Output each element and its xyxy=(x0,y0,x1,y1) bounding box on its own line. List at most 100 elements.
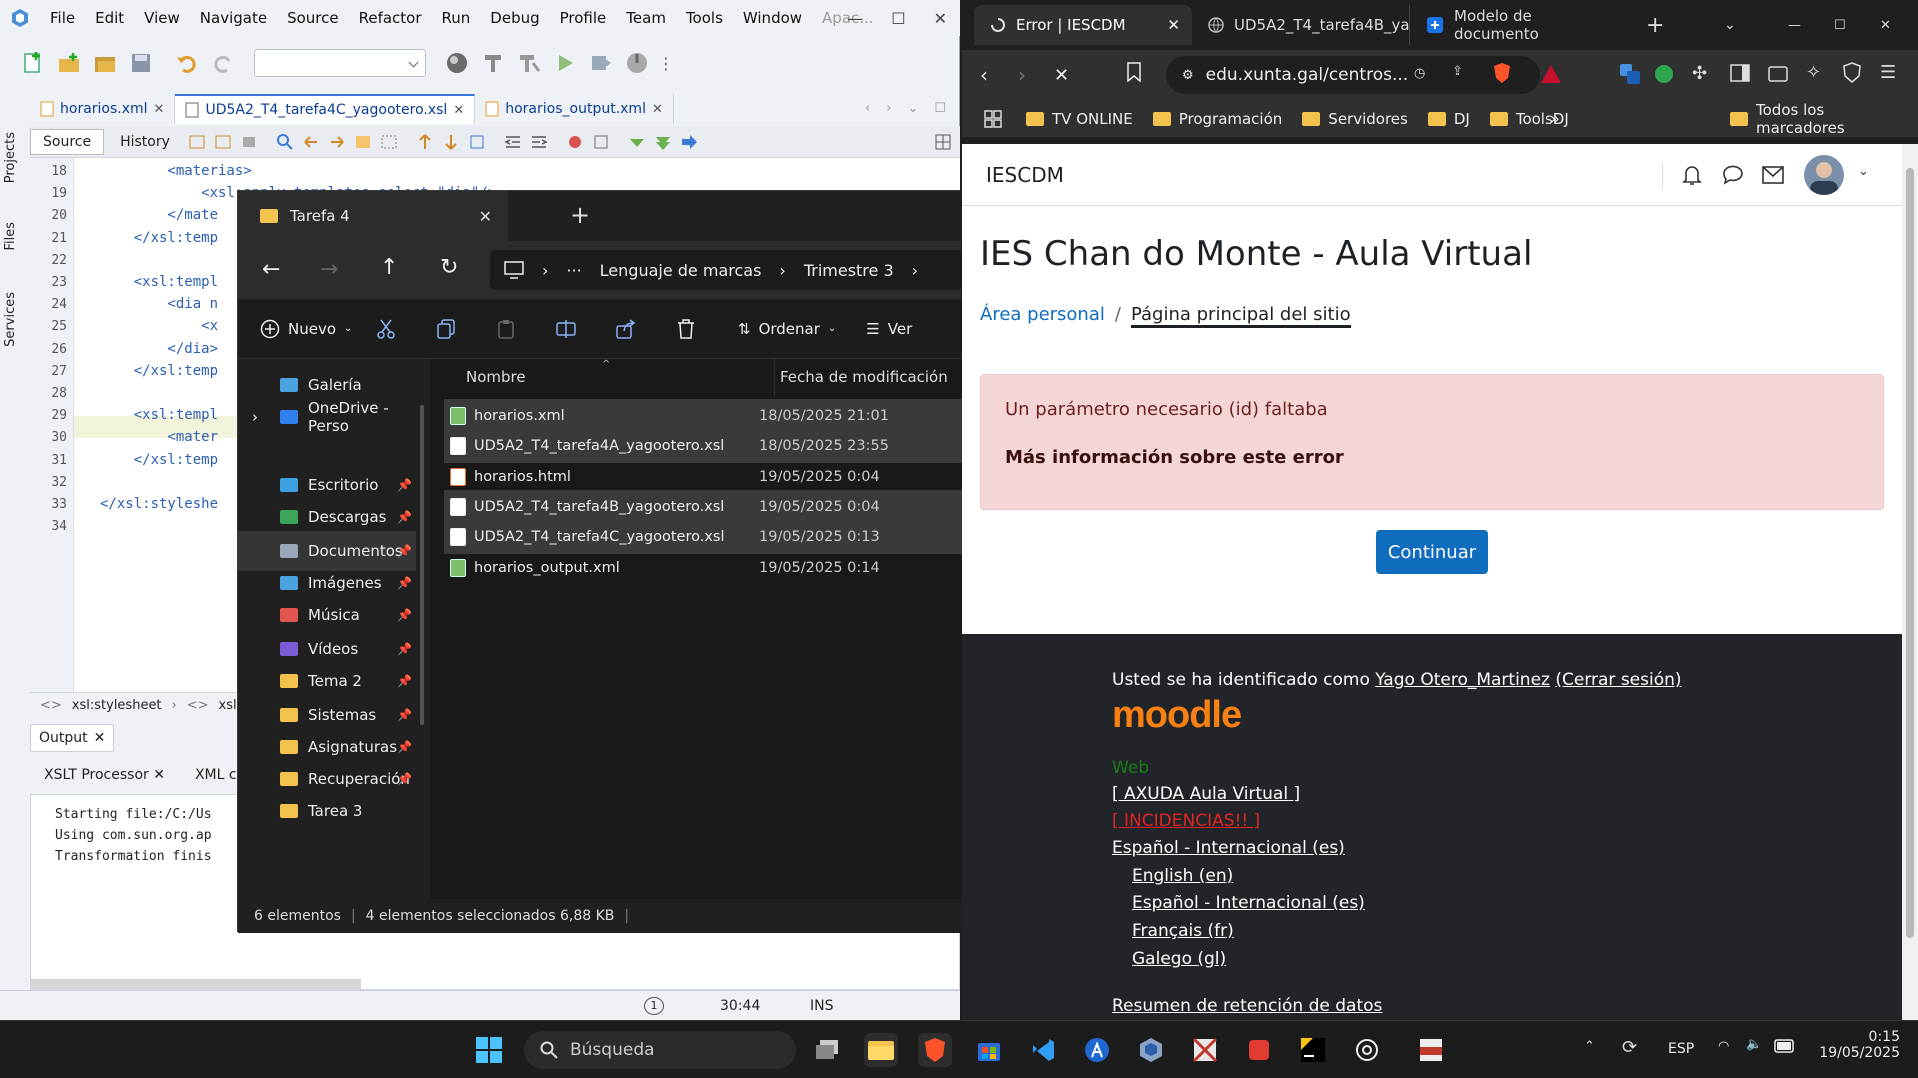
chevron-down-icon[interactable]: ⌄ xyxy=(907,101,918,116)
all-bookmarks[interactable]: Todos los marcadores xyxy=(1720,101,1918,137)
sidebar-scrollbar[interactable] xyxy=(420,405,424,725)
menu-view[interactable]: View xyxy=(134,9,190,27)
file-row[interactable]: horarios.html 19/05/2025 0:04 xyxy=(444,460,964,494)
chevron-right-icon[interactable]: › xyxy=(252,408,258,426)
language-option-gl[interactable]: Galego (gl) xyxy=(1132,949,1226,969)
address-bar[interactable]: › ··· Lenguaje de marcas › Trimestre 3 › xyxy=(490,250,970,290)
new-tab-icon[interactable]: + xyxy=(570,201,590,229)
validate-xml-icon[interactable] xyxy=(626,131,648,153)
next-bookmark-icon[interactable] xyxy=(440,131,462,153)
web-link[interactable]: Web xyxy=(1112,758,1149,778)
find-next-icon[interactable] xyxy=(326,131,348,153)
split-view-icon[interactable] xyxy=(932,131,954,153)
xslt-processor-tab[interactable]: XSLT Processor ✕ xyxy=(44,767,165,783)
share-icon[interactable]: ⇪ xyxy=(1452,64,1463,79)
page-scrollbar[interactable] xyxy=(1902,144,1918,1020)
shift-left-icon[interactable] xyxy=(502,131,524,153)
menu-tools[interactable]: Tools xyxy=(676,9,733,27)
app-a-icon[interactable] xyxy=(1080,1033,1114,1067)
chevron-left-icon[interactable]: ‹ xyxy=(865,101,870,116)
file-row[interactable]: UD5A2_T4_tarefa4B_yagootero.xsl 19/05/202… xyxy=(444,489,964,524)
new-project-icon[interactable] xyxy=(54,48,84,78)
close-icon[interactable]: ✕ xyxy=(934,9,947,28)
pin-icon[interactable]: 📌 xyxy=(397,608,412,622)
extensions-puzzle-icon[interactable]: ✣ xyxy=(1692,63,1707,84)
extension-icon[interactable] xyxy=(1618,62,1642,86)
configuration-combo[interactable] xyxy=(254,49,426,77)
maximize-icon[interactable]: ☐ xyxy=(1834,18,1846,33)
sidebar-item[interactable]: › OneDrive - Perso xyxy=(238,397,416,437)
forward-history-icon[interactable] xyxy=(212,131,234,153)
task-view-icon[interactable] xyxy=(810,1033,844,1067)
apps-grid-icon[interactable] xyxy=(962,109,1016,128)
record-macro-icon[interactable] xyxy=(564,131,586,153)
app-map-icon[interactable] xyxy=(1188,1033,1222,1067)
menu-window[interactable]: Window xyxy=(733,9,812,27)
close-icon[interactable]: ✕ xyxy=(94,730,106,746)
last-edit-icon[interactable] xyxy=(238,131,260,153)
sidebar-icon[interactable] xyxy=(1730,64,1750,82)
brave-shields-icon[interactable] xyxy=(1492,62,1512,84)
bookmark-folder[interactable]: DJ xyxy=(1418,110,1480,128)
wallet-icon[interactable] xyxy=(1768,64,1788,82)
virtualbox-icon[interactable] xyxy=(1134,1033,1168,1067)
app-red-icon[interactable] xyxy=(1242,1033,1276,1067)
menu-debug[interactable]: Debug xyxy=(480,9,549,27)
xsl-transform-icon[interactable] xyxy=(678,131,700,153)
bookmark-folder[interactable]: TV ONLINE xyxy=(1016,110,1143,128)
toggle-highlight-icon[interactable] xyxy=(352,131,374,153)
logout-link[interactable]: (Cerrar sesión) xyxy=(1555,670,1681,690)
find-icon[interactable] xyxy=(274,131,296,153)
battery-icon[interactable] xyxy=(1774,1039,1796,1053)
undo-icon[interactable] xyxy=(172,48,202,78)
scrollbar-thumb[interactable] xyxy=(1906,168,1914,938)
source-view-tab[interactable]: Source xyxy=(30,128,105,155)
tab-search-icon[interactable]: ⌄ xyxy=(1724,17,1736,33)
taskbar-search[interactable]: Búsqueda xyxy=(524,1031,796,1069)
explorer-tab[interactable]: Tarefa 4 ✕ xyxy=(238,191,508,241)
stop-macro-icon[interactable] xyxy=(590,131,612,153)
incidencias-link[interactable]: [ INCIDENCIAS!! ] xyxy=(1112,811,1260,831)
pin-icon[interactable]: 📌 xyxy=(397,510,412,524)
save-all-icon[interactable] xyxy=(126,48,156,78)
run-icon[interactable] xyxy=(550,48,580,78)
share-icon[interactable] xyxy=(611,314,641,344)
help-link[interactable]: [ AXUDA Aula Virtual ] xyxy=(1112,784,1300,804)
close-tab-icon[interactable]: ✕ xyxy=(1167,16,1180,34)
tab-tarefa4c-xsl[interactable]: UD5A2_T4_tarefa4C_yagootero.xsl ✕ xyxy=(175,94,476,124)
redo-icon[interactable] xyxy=(208,48,238,78)
open-project-icon[interactable] xyxy=(90,48,120,78)
menu-navigate[interactable]: Navigate xyxy=(190,9,277,27)
cut-icon[interactable] xyxy=(371,314,401,344)
notification-badge[interactable]: 1 xyxy=(644,996,664,1015)
file-row[interactable]: horarios.xml 18/05/2025 21:01 xyxy=(444,399,964,433)
user-link[interactable]: Yago Otero_Martinez xyxy=(1375,670,1550,690)
column-name[interactable]: Nombre xyxy=(466,359,526,395)
bookmark-folder[interactable]: Programación xyxy=(1143,110,1293,128)
delete-icon[interactable] xyxy=(671,314,701,344)
moodle-logo[interactable]: moodle xyxy=(1112,694,1242,737)
pin-icon[interactable]: 📌 xyxy=(397,674,412,688)
find-previous-icon[interactable] xyxy=(300,131,322,153)
clock[interactable]: 0:15 19/05/2025 xyxy=(1816,1029,1900,1061)
language-current[interactable]: Español - Internacional (es) xyxy=(1112,838,1345,858)
mail-icon[interactable] xyxy=(1762,166,1784,184)
chevron-down-icon[interactable]: ⌄ xyxy=(1858,164,1869,179)
sort-button[interactable]: ⇅ Ordenar ⌄ xyxy=(716,320,836,338)
start-windows-icon[interactable] xyxy=(472,1033,506,1067)
chatgpt-icon[interactable] xyxy=(1350,1033,1384,1067)
chevron-right-icon[interactable]: › xyxy=(886,101,891,116)
menu-refactor[interactable]: Refactor xyxy=(349,9,432,27)
globe-icon[interactable] xyxy=(442,48,472,78)
close-tab-icon[interactable]: ✕ xyxy=(652,102,663,117)
toggle-rect-selection-icon[interactable] xyxy=(378,131,400,153)
sidebar-item[interactable]: Tarea 3 xyxy=(238,791,416,831)
column-date[interactable]: Fecha de modificación xyxy=(780,359,948,395)
address-segment[interactable]: Trimestre 3 xyxy=(804,261,894,280)
pin-icon[interactable]: 📌 xyxy=(397,544,412,558)
check-xml-icon[interactable] xyxy=(652,131,674,153)
bookmark-icon[interactable] xyxy=(1126,62,1142,82)
jetbrains-icon[interactable] xyxy=(1296,1033,1330,1067)
address-segment[interactable]: Lenguaje de marcas xyxy=(600,261,762,280)
more-tools-icon[interactable]: ⋮ xyxy=(658,48,674,78)
